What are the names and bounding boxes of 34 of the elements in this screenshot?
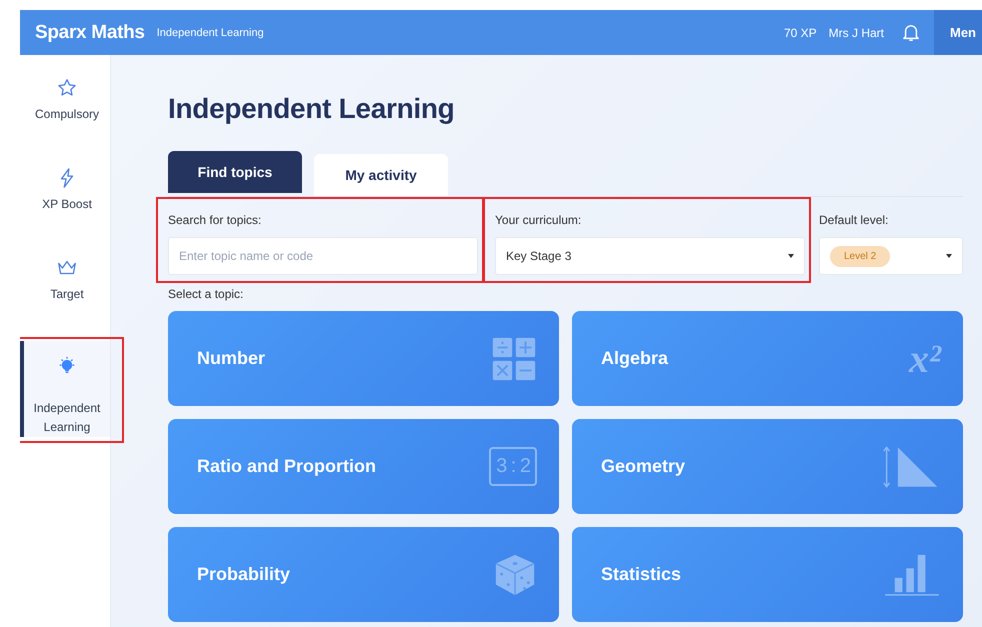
topic-card[interactable]: Geometry <box>572 419 963 514</box>
operators-icon <box>491 336 537 382</box>
field-label: Your curriculum: <box>495 212 582 229</box>
topic-card[interactable]: Probability <box>168 527 559 622</box>
tab[interactable]: My activity <box>314 154 448 196</box>
level-dropdown[interactable]: Level 2 <box>819 237 963 275</box>
dropdown-caret-icon <box>788 254 794 258</box>
bar-chart-icon <box>883 552 941 596</box>
topic-card[interactable]: Algebra x² <box>572 311 963 406</box>
x-squared-icon: x² <box>909 338 941 378</box>
curriculum-dropdown[interactable]: Key Stage 3 <box>495 237 805 275</box>
sidebar-item[interactable]: Independent Learning <box>20 341 110 437</box>
topic-card[interactable]: Number <box>168 311 559 406</box>
sidebar-item[interactable]: Target <box>20 251 110 341</box>
bell-icon[interactable] <box>902 22 920 42</box>
topic-card[interactable]: Ratio and Proportion 3 : 2 <box>168 419 559 514</box>
sidebar-item[interactable]: Compulsory <box>20 71 110 161</box>
user-name[interactable]: Mrs J Hart <box>828 26 884 40</box>
topic-card[interactable]: Statistics <box>572 527 963 622</box>
xp-count: 70 XP <box>784 26 817 40</box>
level-badge: Level 2 <box>830 246 890 266</box>
menu-button[interactable]: Men <box>934 10 982 55</box>
search-field[interactable]: Enter topic name or code <box>168 237 478 275</box>
page-title: Independent Learning <box>168 93 456 125</box>
field-label: Default level: <box>819 212 890 229</box>
section-title: Independent Learning <box>156 26 264 38</box>
sidebar-item[interactable]: XP Boost <box>20 161 110 251</box>
dropdown-caret-icon <box>946 254 952 258</box>
dice-icon <box>493 552 537 596</box>
field-label: Search for topics: <box>168 212 262 229</box>
section-label: Select a topic: <box>168 287 244 301</box>
tab[interactable]: Find topics <box>168 151 302 193</box>
brand-logo[interactable]: Sparx Maths <box>35 22 145 44</box>
ratio-icon: 3 : 2 <box>489 447 537 486</box>
